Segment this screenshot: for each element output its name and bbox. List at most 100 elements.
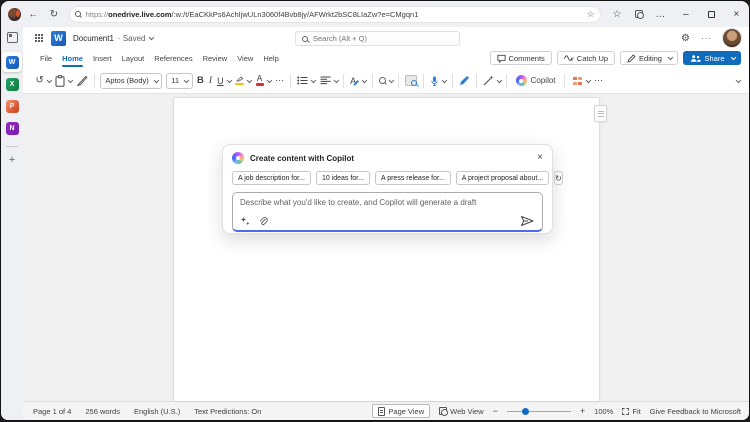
- underline-button[interactable]: U: [215, 71, 233, 91]
- header-more-icon[interactable]: ···: [701, 34, 712, 43]
- maximize-button[interactable]: [699, 10, 724, 18]
- minimize-button[interactable]: –: [673, 9, 698, 20]
- sidebar-add-button[interactable]: +: [9, 154, 15, 166]
- document-canvas: Create content with Copilot × A job desc…: [23, 94, 749, 401]
- page-view-button[interactable]: Page View: [372, 404, 431, 418]
- zoom-slider[interactable]: [506, 407, 571, 415]
- web-view-button[interactable]: Web View: [439, 407, 484, 416]
- tab-insert[interactable]: Insert: [88, 49, 117, 68]
- font-color-button[interactable]: A: [253, 71, 273, 91]
- close-button[interactable]: ×: [724, 9, 749, 20]
- page-count[interactable]: Page 1 of 4: [33, 407, 71, 416]
- search-input[interactable]: [313, 34, 453, 43]
- highlight-button[interactable]: [233, 71, 254, 91]
- find-button[interactable]: [376, 71, 395, 91]
- microphone-icon: [431, 76, 438, 86]
- user-avatar[interactable]: [723, 29, 741, 47]
- suggestion-job-description[interactable]: A job description for...: [232, 171, 311, 185]
- chevron-down-icon: [730, 54, 736, 60]
- more-font-options-button[interactable]: ⋯: [273, 71, 287, 91]
- comments-button[interactable]: Comments: [489, 51, 552, 65]
- fit-button[interactable]: Fit: [622, 407, 641, 416]
- suggestion-ideas[interactable]: 10 ideas for...: [315, 171, 370, 185]
- suggestion-press-release[interactable]: A press release for...: [374, 171, 451, 185]
- feedback-link[interactable]: Give Feedback to Microsoft: [650, 407, 741, 416]
- zoom-slider-thumb[interactable]: [522, 407, 530, 415]
- fit-icon: [622, 407, 630, 415]
- bullets-button[interactable]: [295, 71, 318, 91]
- add-favorite-icon[interactable]: ☆: [586, 9, 594, 20]
- italic-button[interactable]: I: [206, 71, 214, 91]
- copilot-button[interactable]: Copilot: [511, 71, 561, 91]
- sidebar-item-onenote[interactable]: N: [5, 122, 19, 135]
- search-box[interactable]: [295, 31, 460, 46]
- search-icon: [302, 35, 308, 42]
- styles-button[interactable]: A: [348, 71, 369, 91]
- tab-references[interactable]: References: [149, 49, 197, 68]
- undo-button[interactable]: ↺: [33, 71, 53, 91]
- zoom-level[interactable]: 100%: [594, 407, 613, 416]
- favorites-icon[interactable]: ☆: [613, 9, 622, 20]
- text-predictions[interactable]: Text Predictions: On: [194, 407, 261, 416]
- send-icon[interactable]: [520, 215, 535, 227]
- language[interactable]: English (U.S.): [134, 407, 180, 416]
- editing-mode-button[interactable]: Editing: [620, 51, 679, 65]
- sidebar-item-word[interactable]: W: [2, 52, 22, 72]
- pages-icon[interactable]: [6, 32, 18, 43]
- word-icon: W: [5, 55, 19, 69]
- refresh-suggestions-button[interactable]: ↻: [554, 171, 563, 185]
- format-painter-button[interactable]: [74, 71, 90, 91]
- tab-home[interactable]: Home: [57, 49, 88, 68]
- copilot-dialog: Create content with Copilot × A job desc…: [222, 144, 563, 234]
- save-status[interactable]: · Saved: [118, 34, 146, 43]
- tab-help[interactable]: Help: [258, 49, 283, 68]
- catch-up-button[interactable]: Catch Up: [556, 51, 616, 65]
- ribbon-collapse-icon[interactable]: [735, 77, 741, 83]
- tab-layout[interactable]: Layout: [117, 49, 150, 68]
- settings-gear-icon[interactable]: ⚙: [681, 33, 690, 44]
- align-button[interactable]: [317, 71, 340, 91]
- zoom-in-button[interactable]: +: [580, 406, 585, 416]
- auto-format-button[interactable]: [480, 71, 503, 91]
- word-count[interactable]: 256 words: [85, 407, 120, 416]
- copilot-prompt-input[interactable]: [240, 198, 535, 207]
- search-icon: [74, 11, 81, 17]
- bullet-list-icon: [297, 76, 308, 85]
- paste-button[interactable]: [53, 71, 75, 91]
- font-size-select[interactable]: 11: [166, 72, 193, 89]
- designer-button[interactable]: [403, 71, 420, 91]
- tab-file[interactable]: File: [35, 49, 57, 68]
- sidebar-item-excel[interactable]: X: [5, 78, 19, 91]
- tab-view[interactable]: View: [232, 49, 258, 68]
- browser-menu-icon[interactable]: …: [655, 9, 665, 20]
- refresh-icon[interactable]: ↻: [46, 9, 62, 20]
- suggestion-project-proposal[interactable]: A project proposal about...: [455, 171, 550, 185]
- sidebar-item-powerpoint[interactable]: P: [5, 100, 19, 113]
- dictate-button[interactable]: [428, 71, 449, 91]
- close-icon[interactable]: ×: [537, 153, 543, 163]
- browser-essentials-icon[interactable]: [634, 10, 645, 19]
- word-logo-icon[interactable]: W: [51, 30, 66, 46]
- copilot-logo-icon: [232, 152, 244, 164]
- bold-button[interactable]: B: [195, 71, 207, 91]
- app-launcher-icon[interactable]: [35, 34, 37, 36]
- comment-anchor-button[interactable]: [594, 105, 607, 122]
- toolbar-more-button[interactable]: ⋯: [592, 71, 606, 91]
- document-title[interactable]: Document1: [73, 34, 114, 43]
- attach-paperclip-icon[interactable]: [258, 216, 268, 227]
- add-ins-button[interactable]: [569, 71, 592, 91]
- copilot-prompt-box[interactable]: [232, 192, 543, 232]
- zoom-out-button[interactable]: −: [493, 406, 498, 416]
- address-bar[interactable]: https://onedrive.live.com/:w:/t/EaCKkPs6…: [68, 5, 601, 23]
- back-icon[interactable]: ←: [26, 9, 42, 20]
- editor-button[interactable]: [456, 71, 472, 91]
- tab-review[interactable]: Review: [198, 49, 233, 68]
- share-button[interactable]: Share: [683, 51, 741, 65]
- font-color-icon: A: [255, 75, 264, 86]
- align-left-icon: [320, 76, 331, 85]
- rewrite-sparkle-icon[interactable]: [240, 216, 250, 226]
- font-name-select[interactable]: Aptos (Body): [100, 72, 163, 89]
- profile-avatar-icon[interactable]: [8, 7, 21, 21]
- document-page[interactable]: [173, 97, 600, 401]
- people-icon: [691, 54, 702, 62]
